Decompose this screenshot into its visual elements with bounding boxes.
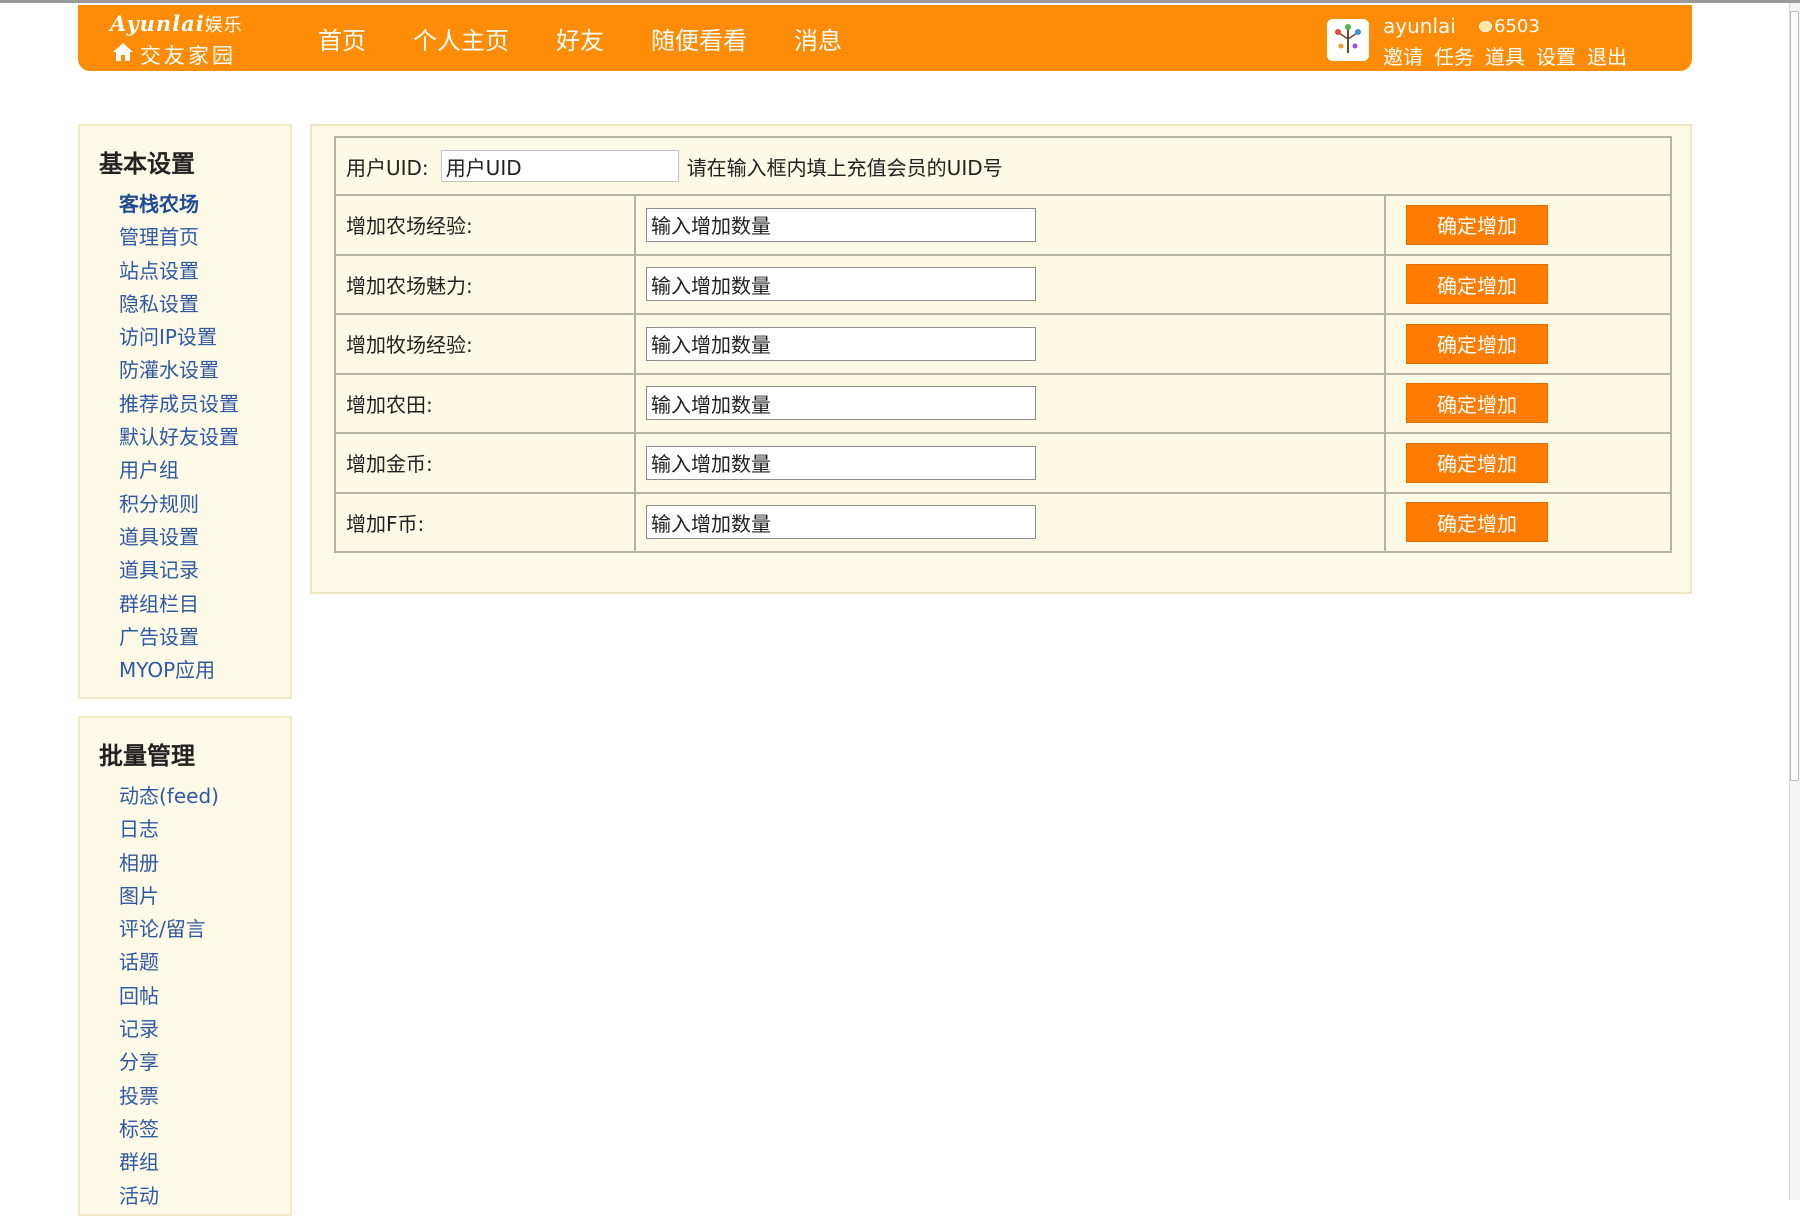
logo-cn-text: 交友家园 [140,44,236,68]
uid-hint: 请在输入框内填上充值会员的UID号 [686,155,1003,180]
sidebar-batch-management: 批量管理 动态(feed) 日志 相册 图片 评论/留言 话题 回帖 记录 分享… [78,716,292,1216]
sidebar-basic-title: 基本设置 [99,150,195,178]
main-nav: 首页 个人主页 好友 随便看看 消息 [318,5,889,71]
invite-link[interactable]: 邀请 [1383,41,1423,70]
uid-label: 用户UID: [346,155,429,180]
farm-exp-confirm-button[interactable]: 确定增加 [1406,204,1548,245]
main-panel: 用户UID: 请在输入框内填上充值会员的UID号 增加农场经验: 确定增加 增加… [310,124,1692,594]
sidebar-item-recommended-members[interactable]: 推荐成员设置 [119,388,239,421]
username-link[interactable]: ayunlai [1383,14,1456,38]
logo-en-suffix: 娱乐 [204,15,243,36]
sidebar-item-inn-farm[interactable]: 客栈农场 [119,188,239,221]
sidebar-item-ads[interactable]: 广告设置 [119,621,239,654]
sidebar-item-default-friends[interactable]: 默认好友设置 [119,421,239,454]
ranch-exp-input[interactable] [646,326,1036,361]
sidebar-item-share[interactable]: 分享 [119,1046,219,1079]
ranch-exp-label: 增加牧场经验: [334,313,636,375]
site-logo[interactable]: Ayunlai娱乐 交友家园 [110,9,260,68]
nav-friends[interactable]: 好友 [556,21,604,56]
farmland-input[interactable] [646,386,1036,421]
fcoin-confirm-button[interactable]: 确定增加 [1406,502,1548,543]
sidebar-item-group-columns[interactable]: 群组栏目 [119,588,239,621]
table-row: 增加农场魅力: 确定增加 [334,253,1672,315]
nav-profile[interactable]: 个人主页 [413,21,509,56]
gold-confirm-button[interactable]: 确定增加 [1406,442,1548,483]
credit-count: 6503 [1494,16,1540,37]
sidebar-item-privacy[interactable]: 隐私设置 [119,288,239,321]
sidebar-item-tags[interactable]: 标签 [119,1113,219,1146]
farm-exp-label: 增加农场经验: [334,194,636,256]
sidebar-item-antispam[interactable]: 防灌水设置 [119,354,239,387]
recharge-form-table: 用户UID: 请在输入框内填上充值会员的UID号 增加农场经验: 确定增加 增加… [334,136,1672,553]
uid-row: 用户UID: 请在输入框内填上充值会员的UID号 [334,136,1672,196]
house-icon [113,43,133,61]
sidebar-item-site-settings[interactable]: 站点设置 [119,255,239,288]
sidebar-item-blog[interactable]: 日志 [119,813,219,846]
fcoin-label: 增加F币: [334,491,636,553]
settings-link[interactable]: 设置 [1536,41,1576,70]
sidebar-item-myop-apps[interactable]: MYOP应用 [119,654,239,687]
vertical-scrollbar[interactable] [1789,3,1800,1200]
sidebar-item-replies[interactable]: 回帖 [119,980,219,1013]
sidebar-item-ip-settings[interactable]: 访问IP设置 [119,321,239,354]
nav-messages[interactable]: 消息 [794,21,842,56]
user-links: 邀请 任务 道具 设置 退出 [1383,41,1638,70]
sidebar-batch-title: 批量管理 [99,742,195,770]
gold-input[interactable] [646,445,1036,480]
sidebar-item-comments[interactable]: 评论/留言 [119,913,219,946]
window-top-border [0,0,1800,3]
sidebar-item-feed[interactable]: 动态(feed) [119,780,219,813]
sidebar-item-events[interactable]: 活动 [119,1180,219,1213]
sidebar-item-groups[interactable]: 群组 [119,1146,219,1179]
farm-charm-input[interactable] [646,267,1036,302]
table-row: 增加牧场经验: 确定增加 [334,313,1672,375]
sidebar-item-topics[interactable]: 话题 [119,946,219,979]
top-header: Ayunlai娱乐 交友家园 首页 个人主页 好友 随便看看 消息 ayunla… [78,5,1692,71]
sidebar-basic-list: 客栈农场 管理首页 站点设置 隐私设置 访问IP设置 防灌水设置 推荐成员设置 … [119,188,239,687]
table-row: 增加F币: 确定增加 [334,491,1672,553]
sidebar-item-pictures[interactable]: 图片 [119,880,219,913]
farmland-confirm-button[interactable]: 确定增加 [1406,383,1548,424]
table-row: 增加金币: 确定增加 [334,432,1672,494]
farm-charm-confirm-button[interactable]: 确定增加 [1406,264,1548,305]
sidebar-item-records[interactable]: 记录 [119,1013,219,1046]
user-box: ayunlai 6503 邀请 任务 道具 设置 退出 [1327,13,1667,69]
coin-icon [1479,21,1492,32]
farm-exp-input[interactable] [646,207,1036,242]
scrollbar-thumb[interactable] [1790,11,1799,781]
props-link[interactable]: 道具 [1485,41,1525,70]
sidebar-item-polls[interactable]: 投票 [119,1080,219,1113]
fcoin-input[interactable] [646,505,1036,540]
sidebar-basic-settings: 基本设置 客栈农场 管理首页 站点设置 隐私设置 访问IP设置 防灌水设置 推荐… [78,124,292,699]
farmland-label: 增加农田: [334,372,636,434]
sidebar-item-user-groups[interactable]: 用户组 [119,454,239,487]
nav-browse[interactable]: 随便看看 [651,21,747,56]
farm-charm-label: 增加农场魅力: [334,253,636,315]
ranch-exp-confirm-button[interactable]: 确定增加 [1406,323,1548,364]
sidebar-batch-list: 动态(feed) 日志 相册 图片 评论/留言 话题 回帖 记录 分享 投票 标… [119,780,219,1213]
nav-home[interactable]: 首页 [318,21,366,56]
sidebar-item-prop-records[interactable]: 道具记录 [119,554,239,587]
tasks-link[interactable]: 任务 [1434,41,1474,70]
sidebar-item-album[interactable]: 相册 [119,847,219,880]
sidebar-item-admin-home[interactable]: 管理首页 [119,221,239,254]
gold-label: 增加金币: [334,432,636,494]
logout-link[interactable]: 退出 [1587,41,1627,70]
avatar[interactable] [1327,19,1369,61]
table-row: 增加农田: 确定增加 [334,372,1672,434]
uid-input[interactable] [440,150,679,182]
logo-en-text: Ayunlai [110,11,205,36]
table-row: 增加农场经验: 确定增加 [334,194,1672,256]
sidebar-item-credit-rules[interactable]: 积分规则 [119,488,239,521]
sidebar-item-prop-settings[interactable]: 道具设置 [119,521,239,554]
